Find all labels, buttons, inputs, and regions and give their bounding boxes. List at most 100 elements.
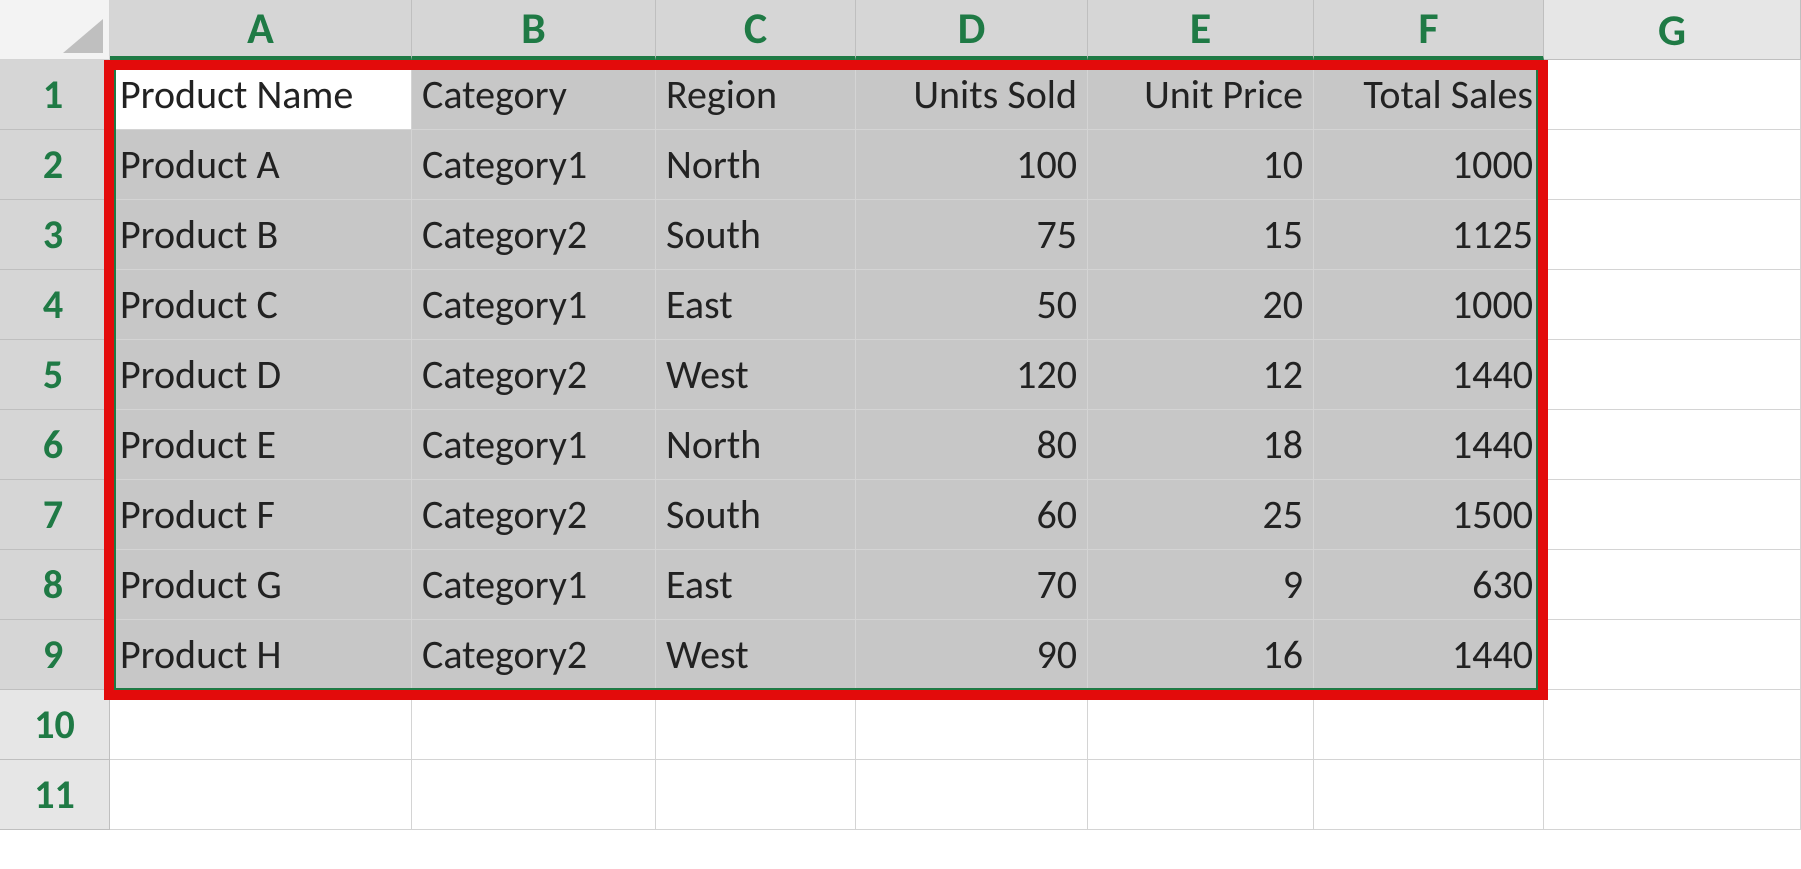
cell-E9[interactable]: 16 xyxy=(1088,620,1314,690)
cell-G5[interactable] xyxy=(1544,340,1801,410)
cell-C11[interactable] xyxy=(656,760,856,830)
cell-B4[interactable]: Category1 xyxy=(412,270,656,340)
row-header-7[interactable]: 7 xyxy=(0,480,110,550)
column-header-F[interactable]: F xyxy=(1314,0,1544,60)
cell-C6[interactable]: North xyxy=(656,410,856,480)
cell-D5[interactable]: 120 xyxy=(856,340,1088,410)
cell-A2[interactable]: Product A xyxy=(110,130,412,200)
cell-A8[interactable]: Product G xyxy=(110,550,412,620)
cell-A10[interactable] xyxy=(110,690,412,760)
column-header-C[interactable]: C xyxy=(656,0,856,60)
cell-C2[interactable]: North xyxy=(656,130,856,200)
row-header-10[interactable]: 10 xyxy=(0,690,110,760)
cell-F11[interactable] xyxy=(1314,760,1544,830)
cell-F9[interactable]: 1440 xyxy=(1314,620,1544,690)
cell-A4[interactable]: Product C xyxy=(110,270,412,340)
cell-C7[interactable]: South xyxy=(656,480,856,550)
cell-B10[interactable] xyxy=(412,690,656,760)
row-3: 3 Product B Category2 South 75 15 1125 xyxy=(0,200,1801,270)
cell-E4[interactable]: 20 xyxy=(1088,270,1314,340)
cell-E1[interactable]: Unit Price xyxy=(1088,60,1314,130)
cell-D11[interactable] xyxy=(856,760,1088,830)
cell-A6[interactable]: Product E xyxy=(110,410,412,480)
cell-F4[interactable]: 1000 xyxy=(1314,270,1544,340)
cell-F2[interactable]: 1000 xyxy=(1314,130,1544,200)
cell-D2[interactable]: 100 xyxy=(856,130,1088,200)
cell-D3[interactable]: 75 xyxy=(856,200,1088,270)
cell-F7[interactable]: 1500 xyxy=(1314,480,1544,550)
cell-B5[interactable]: Category2 xyxy=(412,340,656,410)
cell-E2[interactable]: 10 xyxy=(1088,130,1314,200)
cell-F5[interactable]: 1440 xyxy=(1314,340,1544,410)
cell-E6[interactable]: 18 xyxy=(1088,410,1314,480)
spreadsheet: A B C D E F G 1 Product Name Category Re… xyxy=(0,0,1801,830)
cell-E7[interactable]: 25 xyxy=(1088,480,1314,550)
cell-C9[interactable]: West xyxy=(656,620,856,690)
row-header-1[interactable]: 1 xyxy=(0,60,110,130)
cell-B3[interactable]: Category2 xyxy=(412,200,656,270)
cell-F3[interactable]: 1125 xyxy=(1314,200,1544,270)
cell-G9[interactable] xyxy=(1544,620,1801,690)
cell-A5[interactable]: Product D xyxy=(110,340,412,410)
cell-F1[interactable]: Total Sales xyxy=(1314,60,1544,130)
row-header-8[interactable]: 8 xyxy=(0,550,110,620)
cell-C8[interactable]: East xyxy=(656,550,856,620)
cell-C1[interactable]: Region xyxy=(656,60,856,130)
row-header-11[interactable]: 11 xyxy=(0,760,110,830)
cell-B11[interactable] xyxy=(412,760,656,830)
cell-E5[interactable]: 12 xyxy=(1088,340,1314,410)
row-header-3[interactable]: 3 xyxy=(0,200,110,270)
cell-E8[interactable]: 9 xyxy=(1088,550,1314,620)
row-1: 1 Product Name Category Region Units Sol… xyxy=(0,60,1801,130)
cell-C5[interactable]: West xyxy=(656,340,856,410)
row-9: 9 Product H Category2 West 90 16 1440 xyxy=(0,620,1801,690)
column-header-D[interactable]: D xyxy=(856,0,1088,60)
cell-B1[interactable]: Category xyxy=(412,60,656,130)
cell-A3[interactable]: Product B xyxy=(110,200,412,270)
cell-E3[interactable]: 15 xyxy=(1088,200,1314,270)
column-header-G[interactable]: G xyxy=(1544,0,1801,60)
cell-A9[interactable]: Product H xyxy=(110,620,412,690)
cell-F10[interactable] xyxy=(1314,690,1544,760)
cell-A1[interactable]: Product Name xyxy=(110,60,412,130)
cell-B8[interactable]: Category1 xyxy=(412,550,656,620)
cell-G4[interactable] xyxy=(1544,270,1801,340)
cell-B6[interactable]: Category1 xyxy=(412,410,656,480)
cell-E11[interactable] xyxy=(1088,760,1314,830)
row-header-2[interactable]: 2 xyxy=(0,130,110,200)
cell-D6[interactable]: 80 xyxy=(856,410,1088,480)
cell-D9[interactable]: 90 xyxy=(856,620,1088,690)
cell-D8[interactable]: 70 xyxy=(856,550,1088,620)
row-header-6[interactable]: 6 xyxy=(0,410,110,480)
cell-D4[interactable]: 50 xyxy=(856,270,1088,340)
row-header-4[interactable]: 4 xyxy=(0,270,110,340)
select-all-corner[interactable] xyxy=(0,0,110,60)
cell-C10[interactable] xyxy=(656,690,856,760)
cell-C4[interactable]: East xyxy=(656,270,856,340)
cell-D10[interactable] xyxy=(856,690,1088,760)
row-header-9[interactable]: 9 xyxy=(0,620,110,690)
cell-G3[interactable] xyxy=(1544,200,1801,270)
column-header-E[interactable]: E xyxy=(1088,0,1314,60)
row-header-5[interactable]: 5 xyxy=(0,340,110,410)
cell-C3[interactable]: South xyxy=(656,200,856,270)
cell-F8[interactable]: 630 xyxy=(1314,550,1544,620)
cell-A7[interactable]: Product F xyxy=(110,480,412,550)
cell-G11[interactable] xyxy=(1544,760,1801,830)
cell-G1[interactable] xyxy=(1544,60,1801,130)
cell-B7[interactable]: Category2 xyxy=(412,480,656,550)
cell-G2[interactable] xyxy=(1544,130,1801,200)
cell-B9[interactable]: Category2 xyxy=(412,620,656,690)
cell-G6[interactable] xyxy=(1544,410,1801,480)
column-header-A[interactable]: A xyxy=(110,0,412,60)
cell-A11[interactable] xyxy=(110,760,412,830)
cell-B2[interactable]: Category1 xyxy=(412,130,656,200)
cell-G8[interactable] xyxy=(1544,550,1801,620)
cell-G7[interactable] xyxy=(1544,480,1801,550)
cell-D7[interactable]: 60 xyxy=(856,480,1088,550)
column-header-B[interactable]: B xyxy=(412,0,656,60)
cell-D1[interactable]: Units Sold xyxy=(856,60,1088,130)
cell-F6[interactable]: 1440 xyxy=(1314,410,1544,480)
cell-G10[interactable] xyxy=(1544,690,1801,760)
cell-E10[interactable] xyxy=(1088,690,1314,760)
